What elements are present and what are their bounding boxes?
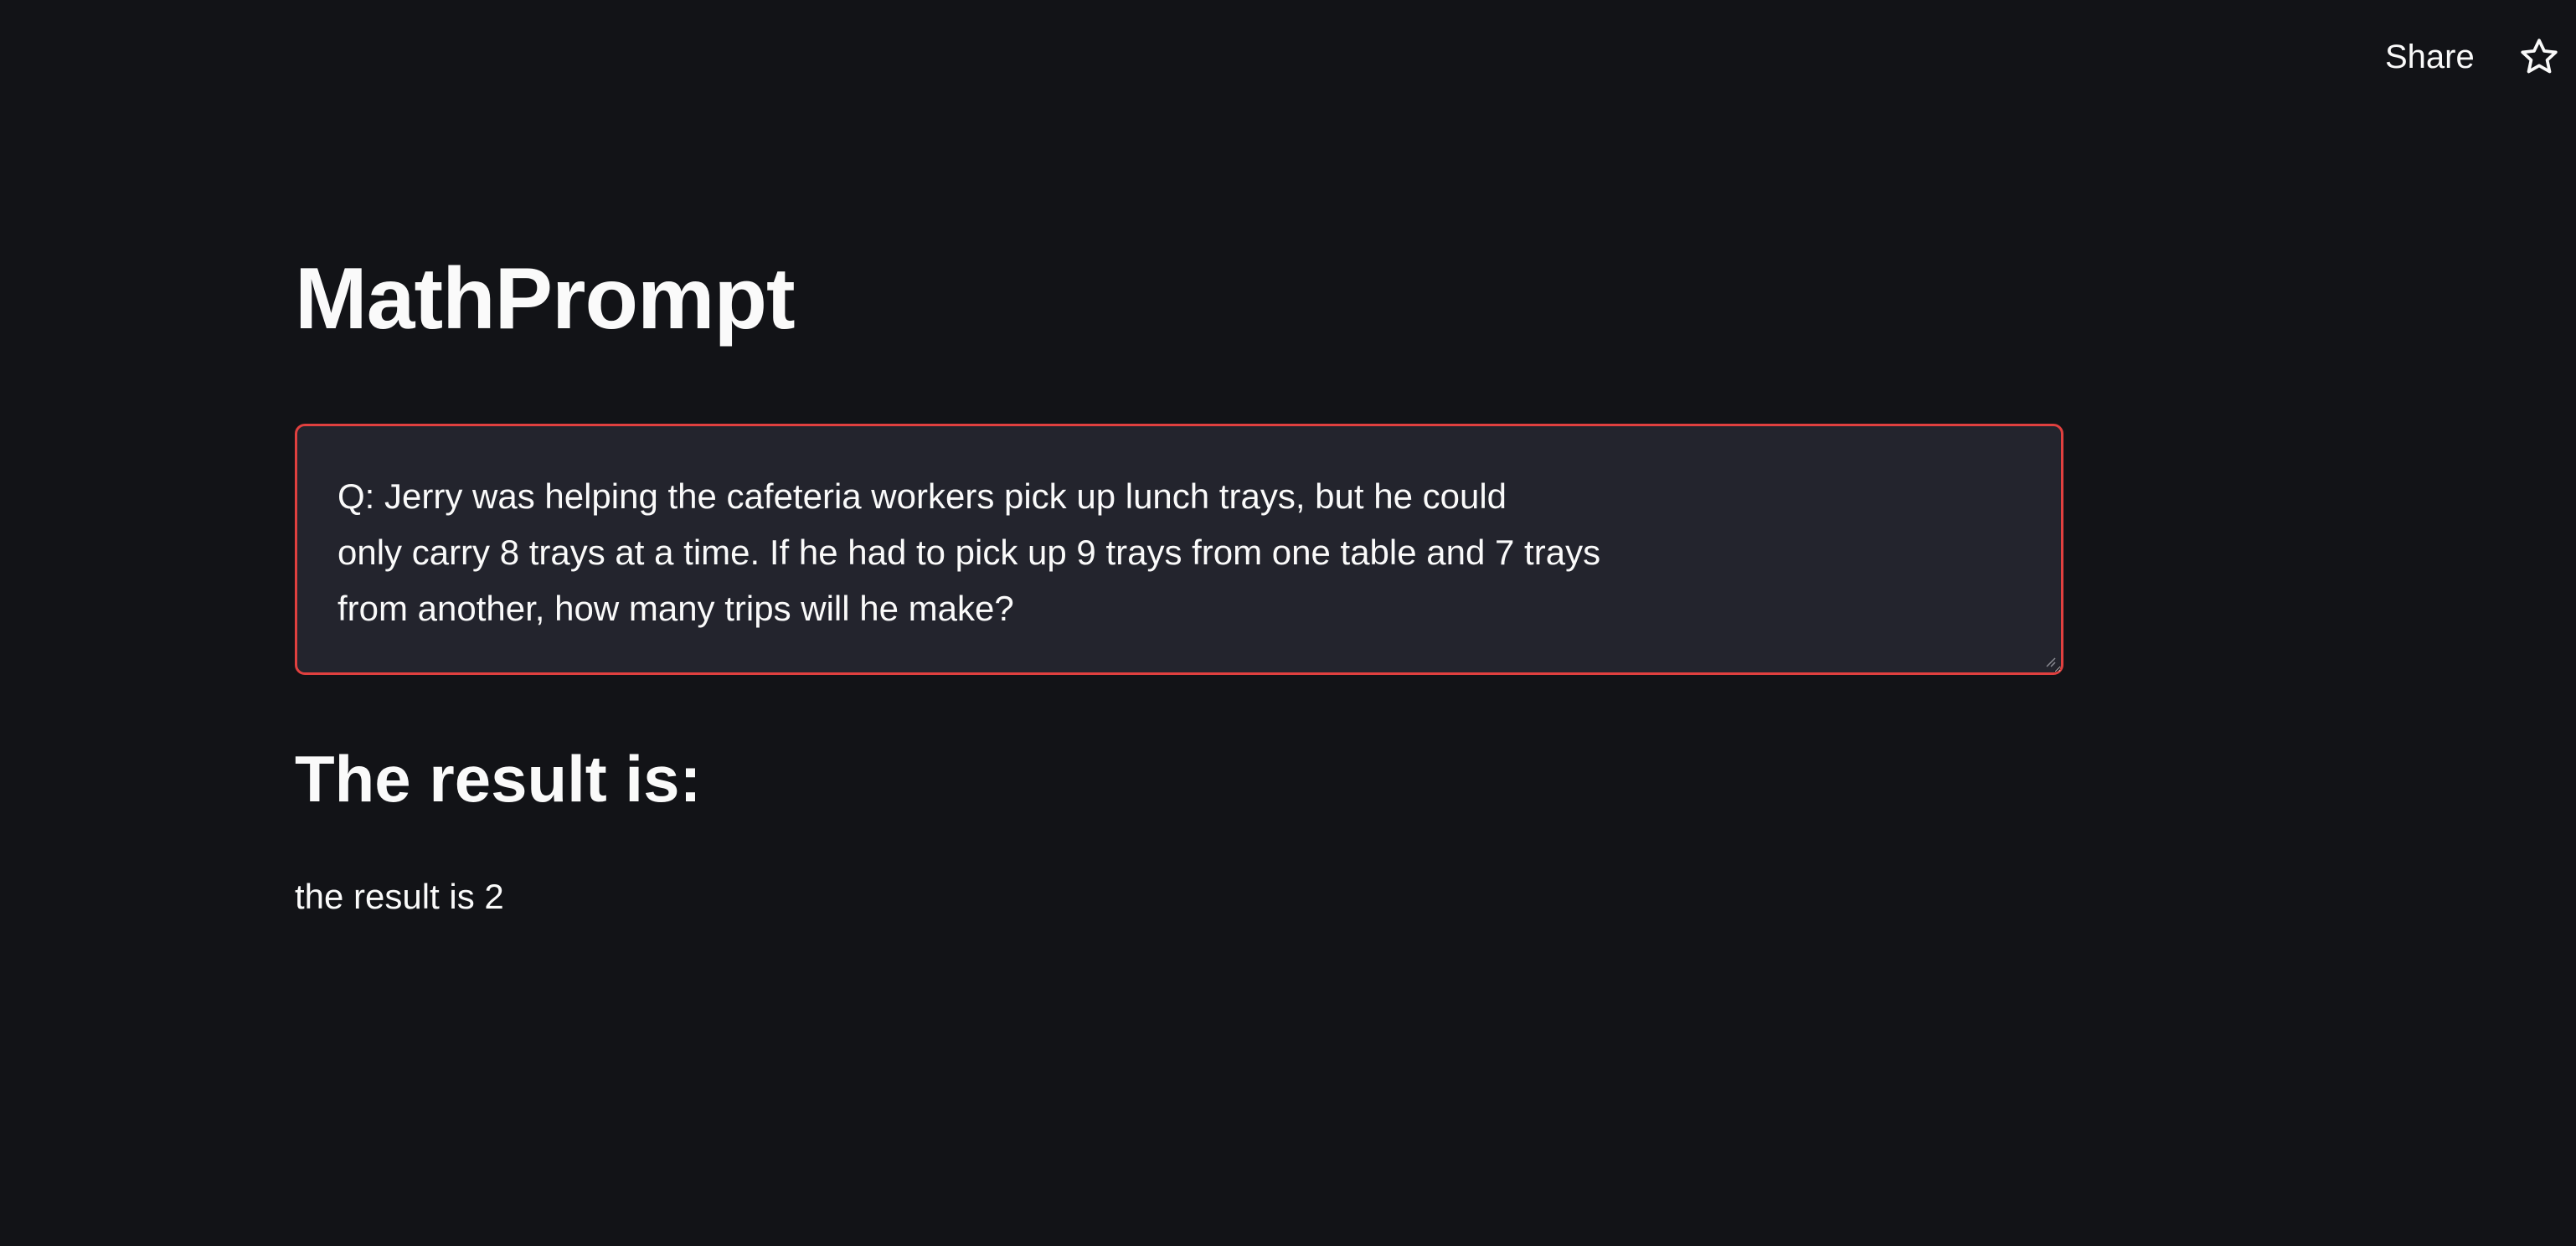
app-header: Share bbox=[0, 0, 2576, 114]
page-title: MathPrompt bbox=[295, 250, 796, 348]
share-button[interactable]: Share bbox=[2372, 33, 2488, 80]
star-icon[interactable] bbox=[2516, 32, 2563, 82]
question-input-container: Q: Jerry was helping the cafeteria worke… bbox=[295, 424, 2063, 675]
main-content: MathPrompt Q: Jerry was helping the cafe… bbox=[295, 250, 2063, 916]
result-heading: The result is: bbox=[295, 742, 702, 816]
question-input[interactable]: Q: Jerry was helping the cafeteria worke… bbox=[297, 426, 2061, 672]
result-text: the result is 2 bbox=[295, 877, 504, 916]
resize-handle-icon[interactable] bbox=[2043, 654, 2056, 667]
